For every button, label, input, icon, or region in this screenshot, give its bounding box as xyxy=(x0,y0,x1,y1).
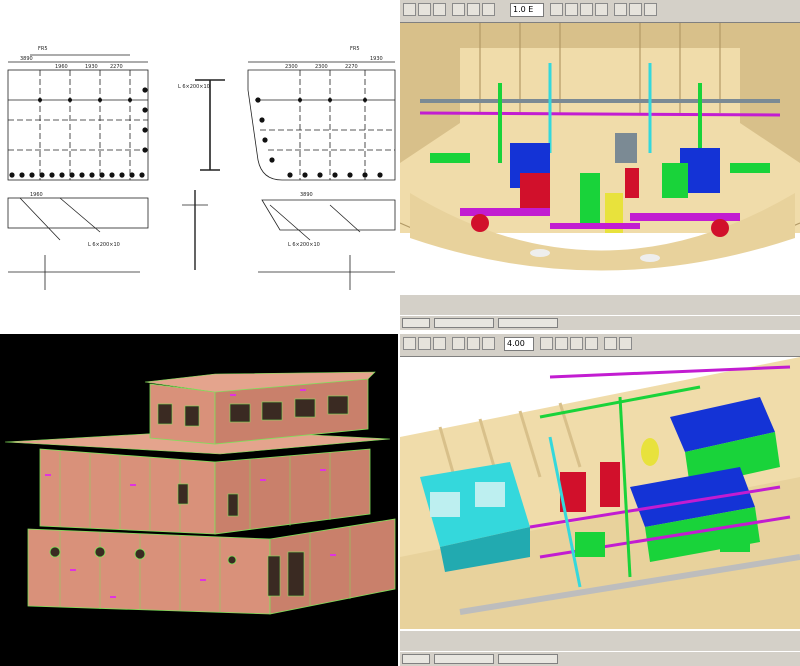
3d-viewport-top[interactable] xyxy=(400,23,800,293)
zoom-in-icon[interactable] xyxy=(550,3,563,16)
dim-8: 1930 xyxy=(370,56,383,62)
open-file-icon[interactable] xyxy=(418,337,431,350)
view-front-icon[interactable] xyxy=(614,3,627,16)
taskbar-top xyxy=(400,315,800,330)
dim-1: 3890 xyxy=(20,56,33,62)
paste-icon[interactable] xyxy=(482,3,495,16)
engine-room-view-bottom: 4.00 xyxy=(400,334,800,666)
dim-7: 2270 xyxy=(345,64,358,70)
open-file-icon[interactable] xyxy=(418,3,431,16)
structural-drawing: FR5 FR5 3890 1960 1930 2270 2300 2300 22… xyxy=(7,46,396,290)
scale-field[interactable]: 1.0 E xyxy=(510,3,544,17)
dim-4: 2270 xyxy=(110,64,123,70)
taskbar-app-1[interactable] xyxy=(434,318,494,328)
zoom-out-icon[interactable] xyxy=(555,337,568,350)
dim-5: 2300 xyxy=(285,64,298,70)
engine-room-view-top: 1.0 E xyxy=(400,0,800,330)
start-button[interactable] xyxy=(402,318,430,328)
rotate-icon[interactable] xyxy=(595,3,608,16)
print-icon[interactable] xyxy=(452,337,465,350)
superstructure-view xyxy=(0,334,398,666)
taskbar-bottom xyxy=(400,651,800,666)
dim-6: 2300 xyxy=(315,64,328,70)
superstructure-model xyxy=(0,334,398,666)
start-button[interactable] xyxy=(402,654,430,664)
stiffener-spec-1: L 6×200×10 xyxy=(178,84,210,90)
dim-2: 1960 xyxy=(55,64,68,70)
save-icon[interactable] xyxy=(433,3,446,16)
section-frame-left xyxy=(7,69,149,181)
status-bar-bottom xyxy=(400,630,800,651)
cad-toolbar-top: 1.0 E xyxy=(400,0,800,23)
redo-icon[interactable] xyxy=(482,337,495,350)
cut-icon[interactable] xyxy=(452,3,465,16)
status-bar-top xyxy=(400,294,800,315)
pan-icon[interactable] xyxy=(570,337,583,350)
zoom-out-icon[interactable] xyxy=(565,3,578,16)
taskbar-app-2[interactable] xyxy=(498,654,558,664)
frame-label-right: FR5 xyxy=(350,46,360,52)
zoom-in-icon[interactable] xyxy=(540,337,553,350)
dim-9: 1960 xyxy=(30,192,43,198)
view-front-icon[interactable] xyxy=(604,337,617,350)
dim-3: 1930 xyxy=(85,64,98,70)
structural-drawing-panel: FR5 FR5 3890 1960 1930 2270 2300 2300 22… xyxy=(0,0,398,330)
pan-icon[interactable] xyxy=(580,3,593,16)
taskbar-app-2[interactable] xyxy=(498,318,558,328)
copy-icon[interactable] xyxy=(467,3,480,16)
view-iso-icon[interactable] xyxy=(644,3,657,16)
cad-toolbar-bottom: 4.00 xyxy=(400,334,800,357)
save-icon[interactable] xyxy=(433,337,446,350)
taskbar-app-1[interactable] xyxy=(434,654,494,664)
scale-field[interactable]: 4.00 xyxy=(504,337,534,351)
rotate-icon[interactable] xyxy=(585,337,598,350)
dim-10: 3890 xyxy=(300,192,313,198)
frame-label-left: FR5 xyxy=(38,46,48,52)
new-file-icon[interactable] xyxy=(403,337,416,350)
3d-viewport-bottom[interactable] xyxy=(400,357,800,629)
stiffener-spec-2: L 6×200×10 xyxy=(88,242,120,248)
section-frame-right xyxy=(247,69,396,181)
view-top-icon[interactable] xyxy=(629,3,642,16)
view-top-icon[interactable] xyxy=(619,337,632,350)
stiffener-spec-3: L 6×200×10 xyxy=(288,242,320,248)
new-file-icon[interactable] xyxy=(403,3,416,16)
undo-icon[interactable] xyxy=(467,337,480,350)
